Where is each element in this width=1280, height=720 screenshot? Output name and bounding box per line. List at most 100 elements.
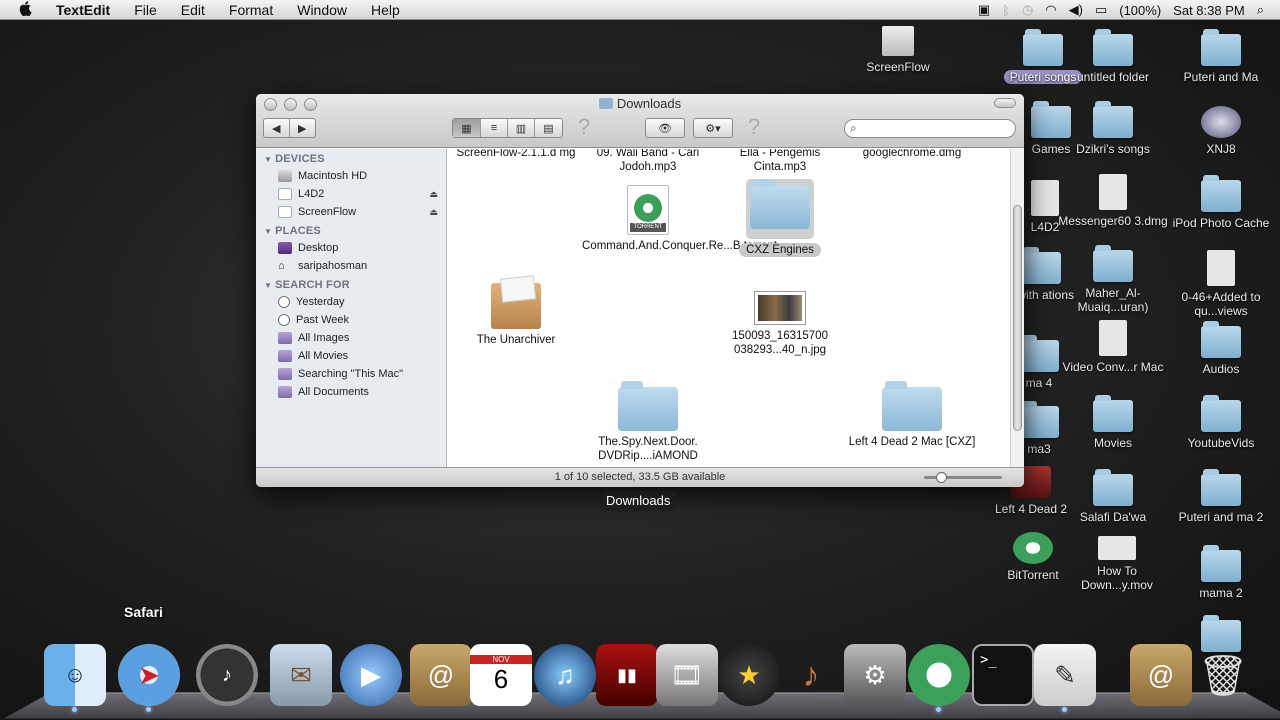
bittorrent-dock-icon[interactable]: [908, 644, 970, 712]
sidebar-item-past-week[interactable]: Past Week: [256, 311, 446, 329]
desktop-icon[interactable]: Salafi Da'wa: [1058, 469, 1168, 524]
sidebar-item-screenflow[interactable]: ScreenFlow ⏏: [256, 203, 446, 221]
sidebar-header-search[interactable]: ▼ SEARCH FOR: [256, 275, 446, 293]
front-row-dock-icon[interactable]: ▮▮: [596, 644, 658, 706]
volume-icon[interactable]: ◀): [1069, 2, 1083, 18]
icon-view-button[interactable]: ▦: [453, 119, 481, 137]
window-titlebar[interactable]: Downloads ◀ ▶ ▦ ≡ ▥ ▤ ? 👁 ⚙▾ ? ⌕: [256, 94, 1024, 148]
file-item[interactable]: Ella - Pengemis Cinta.mp3: [714, 149, 846, 174]
itunes-dock-icon[interactable]: ♫: [534, 644, 596, 706]
trash-dock-icon[interactable]: 🗑: [1192, 644, 1254, 706]
toolbar-toggle-button[interactable]: [994, 98, 1016, 108]
file-item[interactable]: googlechrome.dmg: [846, 149, 978, 160]
safari-dock-icon[interactable]: ➤: [118, 644, 180, 712]
file-item[interactable]: ScreenFlow-2.1.1.d mg: [450, 149, 582, 160]
desktop-icon[interactable]: Puteri and ma 2: [1166, 469, 1276, 524]
slider-knob[interactable]: [936, 472, 947, 483]
action-button[interactable]: ⚙▾: [693, 118, 733, 138]
battery-percent[interactable]: (100%): [1119, 3, 1161, 18]
garageband-dock-icon[interactable]: ♪: [780, 644, 842, 706]
ichat-dock-icon[interactable]: ▶: [340, 644, 402, 706]
forward-button[interactable]: ▶: [290, 119, 315, 137]
apple-menu-icon[interactable]: [0, 0, 52, 20]
desktop-icon[interactable]: Messenger60 3.dmg: [1058, 174, 1168, 228]
vertical-scrollbar[interactable]: [1010, 149, 1024, 467]
sidebar-header-places[interactable]: ▼ PLACES: [256, 221, 446, 239]
file-item[interactable]: 150093_16315700 038293...40_n.jpg: [714, 291, 846, 357]
dashboard-dock-icon[interactable]: ♪: [196, 644, 258, 706]
list-view-button[interactable]: ≡: [481, 119, 508, 137]
menu-file[interactable]: File: [122, 0, 169, 20]
sidebar-item-yesterday[interactable]: Yesterday: [256, 293, 446, 311]
menu-help[interactable]: Help: [359, 0, 412, 20]
sidebar-item-searching-this-mac[interactable]: Searching "This Mac": [256, 365, 446, 383]
desktop-icon[interactable]: Dzikri's songs: [1058, 101, 1168, 156]
menu-clock[interactable]: Sat 8:38 PM: [1173, 3, 1245, 18]
ical-dock-icon[interactable]: NOV 6: [470, 644, 532, 706]
menu-format[interactable]: Format: [217, 0, 285, 20]
imovie-dock-icon[interactable]: ★: [718, 644, 780, 706]
file-item[interactable]: Left 4 Dead 2 Mac [CXZ]: [846, 381, 978, 449]
file-icon-view[interactable]: ScreenFlow-2.1.1.d mg 09. Wali Band - Ca…: [448, 149, 1010, 467]
terminal-dock-icon[interactable]: >_: [972, 644, 1034, 706]
icon-size-slider[interactable]: [924, 472, 1002, 483]
time-machine-icon[interactable]: ◷: [1022, 2, 1033, 18]
desktop-icon[interactable]: Maher_Al-Muaiq...uran): [1058, 245, 1168, 314]
sidebar-header-devices[interactable]: ▼ DEVICES: [256, 149, 446, 167]
file-item-selected[interactable]: CXZ Engines: [714, 179, 846, 257]
finder-dock-icon[interactable]: ☺: [44, 644, 106, 712]
wifi-icon[interactable]: ◠: [1045, 2, 1056, 18]
desktop-icon[interactable]: XNJ8: [1166, 106, 1276, 156]
file-item[interactable]: The.Spy.Next.Door. DVDRip....iAMOND: [582, 381, 714, 463]
sidebar-item-macintosh-hd[interactable]: Macintosh HD: [256, 167, 446, 185]
desktop-icon[interactable]: Puteri and Ma: [1166, 29, 1276, 84]
file-label: Left 4 Dead 2 Mac [CXZ]: [848, 436, 976, 448]
address-book-dock-icon[interactable]: @: [1130, 644, 1192, 706]
sidebar-item-l4d2[interactable]: L4D2 ⏏: [256, 185, 446, 203]
sidebar-item-all-documents[interactable]: All Documents: [256, 383, 446, 401]
screen-record-icon[interactable]: ▣: [978, 2, 990, 18]
file-item[interactable]: TORRENT Command.And.Conquer.Re...B.torre…: [582, 185, 777, 253]
file-item[interactable]: 09. Wali Band - Cari Jodoh.mp3: [582, 149, 714, 174]
desktop-icon[interactable]: Video Conv...r Mac: [1058, 320, 1168, 374]
sidebar-item-all-images[interactable]: All Images: [256, 329, 446, 347]
mail-dock-icon[interactable]: ✉: [270, 644, 332, 706]
menu-edit[interactable]: Edit: [169, 0, 217, 20]
textedit-dock-icon[interactable]: ✎: [1034, 644, 1096, 712]
battery-icon[interactable]: ▭: [1095, 2, 1107, 18]
sidebar-item-label: All Documents: [298, 386, 369, 398]
search-input[interactable]: ⌕: [844, 119, 1016, 138]
desktop-icon[interactable]: mama 2: [1166, 545, 1276, 600]
finder-window[interactable]: Downloads ◀ ▶ ▦ ≡ ▥ ▤ ? 👁 ⚙▾ ? ⌕ ▼ DEVICE…: [256, 94, 1024, 487]
spotlight-icon[interactable]: ⌕: [1257, 2, 1264, 18]
menu-app-name[interactable]: TextEdit: [52, 0, 122, 20]
ical-month: NOV: [470, 655, 532, 664]
address-book-dock-icon[interactable]: @: [410, 644, 472, 706]
eject-icon[interactable]: ⏏: [429, 189, 438, 200]
eject-icon[interactable]: ⏏: [429, 207, 438, 218]
file-label: ScreenFlow-2.1.1.d mg: [456, 149, 576, 159]
desktop-icon[interactable]: Movies: [1058, 395, 1168, 450]
sidebar-item-home[interactable]: ⌂ saripahosman: [256, 257, 446, 275]
file-item[interactable]: The Unarchiver: [450, 283, 582, 347]
system-preferences-dock-icon[interactable]: ⚙: [844, 644, 906, 706]
desktop-icon[interactable]: ScreenFlow: [843, 26, 953, 74]
column-view-button[interactable]: ▥: [508, 119, 535, 137]
desktop-icon[interactable]: Audios: [1166, 321, 1276, 376]
desktop-icon[interactable]: iPod Photo Cache: [1166, 175, 1276, 230]
desktop-icon[interactable]: untitled folder: [1058, 29, 1168, 84]
sidebar-item-desktop[interactable]: Desktop: [256, 239, 446, 257]
desktop-icon[interactable]: How To Down...y.mov: [1062, 536, 1172, 592]
desktop-icon[interactable]: YoutubeVids: [1166, 395, 1276, 450]
menu-window[interactable]: Window: [285, 0, 359, 20]
coverflow-view-button[interactable]: ▤: [535, 119, 562, 137]
eye-icon: 👁: [658, 122, 672, 135]
scrollbar-thumb[interactable]: [1013, 205, 1022, 431]
sidebar-item-all-movies[interactable]: All Movies: [256, 347, 446, 365]
quicklook-button[interactable]: 👁: [645, 118, 685, 138]
back-button[interactable]: ◀: [264, 119, 290, 137]
bluetooth-icon[interactable]: ᛒ: [1002, 3, 1010, 18]
folder-icon: [1093, 469, 1133, 506]
iphoto-dock-icon[interactable]: 🎞: [656, 644, 718, 706]
desktop-icon[interactable]: 0-46+Added to qu...views: [1166, 250, 1276, 318]
